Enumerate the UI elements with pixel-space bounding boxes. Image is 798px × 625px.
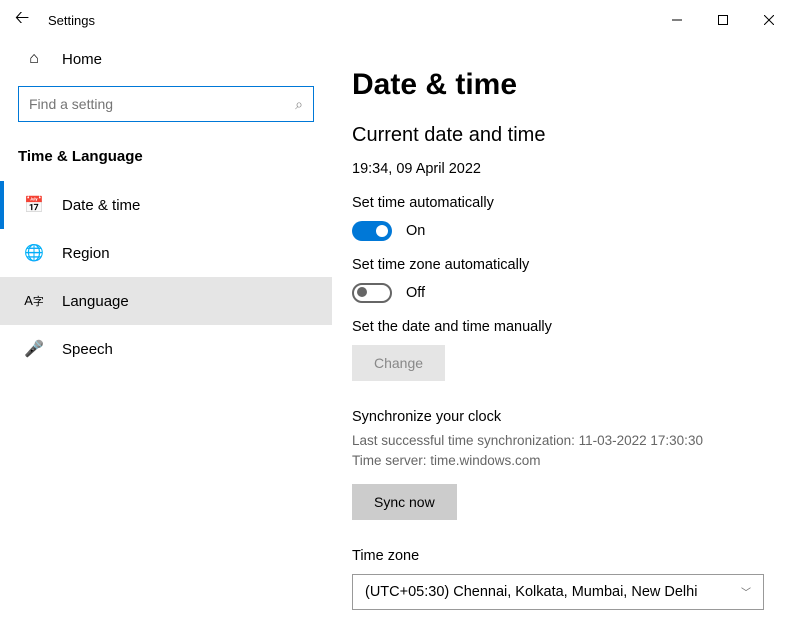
- timezone-label: Time zone: [352, 548, 778, 564]
- home-icon: ⌂: [24, 50, 44, 68]
- calendar-clock-icon: 📅: [24, 195, 44, 215]
- titlebar: 🡠 Settings: [0, 0, 798, 40]
- microphone-icon: 🎤: [24, 339, 44, 359]
- back-button[interactable]: 🡠: [6, 4, 38, 36]
- globe-icon: 🌐: [24, 243, 44, 263]
- sidebar-item-label: Speech: [62, 341, 113, 358]
- page-title: Date & time: [352, 68, 778, 102]
- current-datetime: 19:34, 09 April 2022: [352, 161, 778, 177]
- timezone-value: (UTC+05:30) Chennai, Kolkata, Mumbai, Ne…: [365, 584, 697, 600]
- sidebar-item-label: Region: [62, 245, 110, 262]
- close-icon: [764, 15, 774, 25]
- language-icon: A字: [24, 293, 44, 309]
- auto-zone-label: Set time zone automatically: [352, 257, 778, 273]
- home-label: Home: [62, 51, 102, 68]
- close-button[interactable]: [746, 4, 792, 36]
- maximize-icon: [718, 15, 728, 25]
- sidebar-item-region[interactable]: 🌐 Region: [0, 229, 332, 277]
- main-panel: Date & time Current date and time 19:34,…: [332, 40, 798, 625]
- auto-time-toggle[interactable]: [352, 221, 392, 241]
- sidebar: ⌂ Home ⌕ Time & Language 📅 Date & time 🌐…: [0, 40, 332, 625]
- minimize-button[interactable]: [654, 4, 700, 36]
- sync-server: Time server: time.windows.com: [352, 451, 778, 471]
- sidebar-item-speech[interactable]: 🎤 Speech: [0, 325, 332, 373]
- maximize-button[interactable]: [700, 4, 746, 36]
- auto-time-state: On: [406, 223, 425, 239]
- minimize-icon: [672, 15, 682, 25]
- timezone-select[interactable]: (UTC+05:30) Chennai, Kolkata, Mumbai, Ne…: [352, 574, 764, 610]
- home-link[interactable]: ⌂ Home: [18, 40, 314, 86]
- window-title: Settings: [48, 13, 654, 28]
- sidebar-item-label: Date & time: [62, 197, 140, 214]
- sync-last: Last successful time synchronization: 11…: [352, 431, 778, 451]
- search-box[interactable]: ⌕: [18, 86, 314, 122]
- section-current-datetime-title: Current date and time: [352, 124, 778, 147]
- sidebar-item-date-time[interactable]: 📅 Date & time: [0, 181, 332, 229]
- search-input[interactable]: [29, 96, 295, 112]
- auto-zone-toggle[interactable]: [352, 283, 392, 303]
- sync-now-button[interactable]: Sync now: [352, 484, 457, 520]
- sync-clock-title: Synchronize your clock: [352, 409, 778, 425]
- section-title: Time & Language: [18, 148, 314, 165]
- chevron-down-icon: ﹀: [741, 584, 751, 599]
- auto-zone-state: Off: [406, 285, 425, 301]
- auto-time-label: Set time automatically: [352, 195, 778, 211]
- search-icon: ⌕: [295, 96, 303, 113]
- sidebar-item-language[interactable]: A字 Language: [0, 277, 332, 325]
- manual-label: Set the date and time manually: [352, 319, 778, 335]
- sidebar-item-label: Language: [62, 293, 129, 310]
- change-button: Change: [352, 345, 445, 381]
